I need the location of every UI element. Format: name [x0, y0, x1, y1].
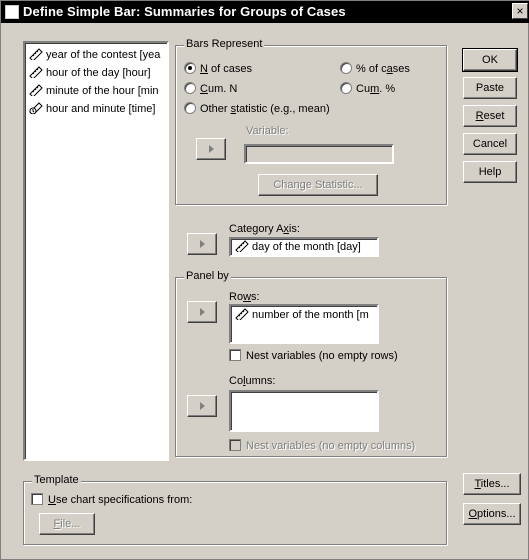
move-to-columns-button[interactable] — [187, 395, 217, 417]
list-item[interactable]: hour and minute [time] — [29, 101, 155, 117]
nest-rows-checkbox[interactable]: Nest variables (no empty rows) — [229, 349, 398, 363]
checkbox-label-mnemonic: U — [48, 494, 56, 506]
checkbox-label-suffix: se chart specifications from: — [55, 494, 193, 506]
radio-indicator — [184, 82, 196, 94]
ruler-icon — [29, 84, 43, 96]
title-bar[interactable]: Define Simple Bar: Summaries for Groups … — [1, 1, 529, 23]
paste-button[interactable]: Paste — [463, 77, 517, 99]
radio-indicator — [340, 82, 352, 94]
nest-columns-checkbox[interactable]: Nest variables (no empty columns) — [229, 439, 415, 453]
label-suffix: s: — [251, 291, 260, 303]
category-axis-value: day of the month [day] — [252, 241, 361, 253]
button-label-mnemonic: O — [468, 508, 478, 520]
radio-indicator — [184, 102, 196, 114]
radio-indicator — [340, 62, 352, 74]
label-mnemonic: w — [243, 291, 252, 303]
radio-cum-pct[interactable]: Cum. % — [340, 82, 395, 96]
bars-represent-group: Bars Represent N of cases % of cases Cum… — [175, 38, 447, 205]
close-button[interactable]: × — [512, 3, 528, 19]
define-simple-bar-dialog: Define Simple Bar: Summaries for Groups … — [0, 0, 529, 560]
radio-cum-n[interactable]: Cum. N — [184, 82, 237, 96]
variable-label: hour and minute [time] — [46, 103, 156, 115]
ok-button[interactable]: OK — [462, 48, 518, 72]
move-to-rows-button[interactable] — [187, 301, 217, 323]
button-label-suffix: ptions... — [477, 508, 516, 520]
titles-button[interactable]: Titles... — [463, 473, 521, 495]
category-axis-label: Category Axis: — [229, 223, 300, 235]
reset-button[interactable]: Reset — [463, 105, 517, 127]
checkbox-label: Nest variables (no empty columns) — [246, 440, 416, 452]
options-button[interactable]: Options... — [463, 503, 521, 525]
checkbox-label: Nest variables (no empty rows) — [246, 350, 398, 362]
ruler-icon — [29, 66, 43, 78]
variable-label: hour of the day [hour] — [46, 67, 151, 79]
checkbox-indicator — [31, 493, 43, 505]
ruler-icon — [235, 240, 249, 254]
variable-label: year of the contest [yea — [46, 49, 161, 61]
radio-label-suffix: of cases — [207, 63, 252, 75]
ruler-icon — [29, 48, 43, 60]
radio-label-suffix: . % — [379, 83, 396, 95]
move-to-variable-button[interactable] — [196, 138, 226, 160]
list-item[interactable]: minute of the hour [min — [29, 83, 159, 99]
category-axis-field[interactable]: day of the month [day] — [229, 237, 379, 257]
radio-n-of-cases[interactable]: N of cases — [184, 62, 252, 76]
statistic-variable-field[interactable] — [244, 144, 394, 164]
radio-pct-of-cases[interactable]: % of cases — [340, 62, 410, 76]
date-ruler-icon — [29, 102, 43, 114]
ruler-icon — [235, 308, 249, 322]
button-label-suffix: itles... — [480, 478, 510, 490]
template-label: Template — [32, 474, 81, 486]
button-label-suffix: eset — [483, 110, 505, 122]
list-item[interactable]: hour of the day [hour] — [29, 65, 151, 81]
label-prefix: Co — [229, 375, 244, 387]
help-button[interactable]: Help — [463, 161, 517, 183]
radio-label-suffix: um. N — [207, 83, 238, 95]
rows-label: Rows: — [229, 291, 260, 303]
radio-indicator — [184, 62, 196, 74]
cancel-button[interactable]: Cancel — [463, 133, 517, 155]
checkbox-indicator — [229, 439, 241, 451]
variable-field-label: Variable: — [246, 125, 289, 137]
rows-field[interactable]: number of the month [m — [229, 304, 379, 344]
label-suffix: umns: — [245, 375, 276, 387]
variable-label: minute of the hour [min — [46, 85, 159, 97]
label-suffix: is: — [288, 223, 300, 235]
move-to-category-axis-button[interactable] — [187, 233, 217, 255]
radio-label-prefix: Cu — [356, 83, 371, 95]
button-label-suffix: ile... — [60, 518, 81, 530]
radio-label-suffix: ses — [392, 63, 410, 75]
radio-label-prefix: % of c — [356, 63, 387, 75]
rows-value: number of the month [m — [252, 309, 369, 321]
bars-represent-label: Bars Represent — [184, 38, 265, 50]
file-button[interactable]: File... — [39, 513, 95, 535]
change-statistic-button[interactable]: Change Statistic... — [258, 174, 378, 196]
panel-by-label: Panel by — [184, 270, 231, 282]
window-title: Define Simple Bar: Summaries for Groups … — [23, 4, 346, 19]
list-item[interactable]: year of the contest [yea — [29, 47, 160, 63]
button-label-mnemonic: R — [475, 110, 484, 122]
variable-list[interactable]: year of the contest [yea hour of the day… — [23, 41, 169, 461]
window-icon — [5, 5, 19, 19]
label-prefix: Category A — [229, 223, 284, 235]
radio-label-mnemonic: m — [370, 83, 380, 95]
radio-label-suffix: tatistic (e.g., mean) — [236, 103, 330, 115]
radio-label-mnemonic: N — [200, 63, 208, 75]
radio-other-statistic[interactable]: Other statistic (e.g., mean) — [184, 102, 330, 116]
columns-field[interactable] — [229, 390, 379, 432]
use-chart-specifications-checkbox[interactable]: Use chart specifications from: — [31, 493, 192, 507]
checkbox-indicator — [229, 349, 241, 361]
radio-label-mnemonic: C — [200, 83, 208, 95]
radio-label-prefix: Other — [200, 103, 231, 115]
columns-label: Columns: — [229, 375, 275, 387]
label-prefix: Ro — [229, 291, 244, 303]
